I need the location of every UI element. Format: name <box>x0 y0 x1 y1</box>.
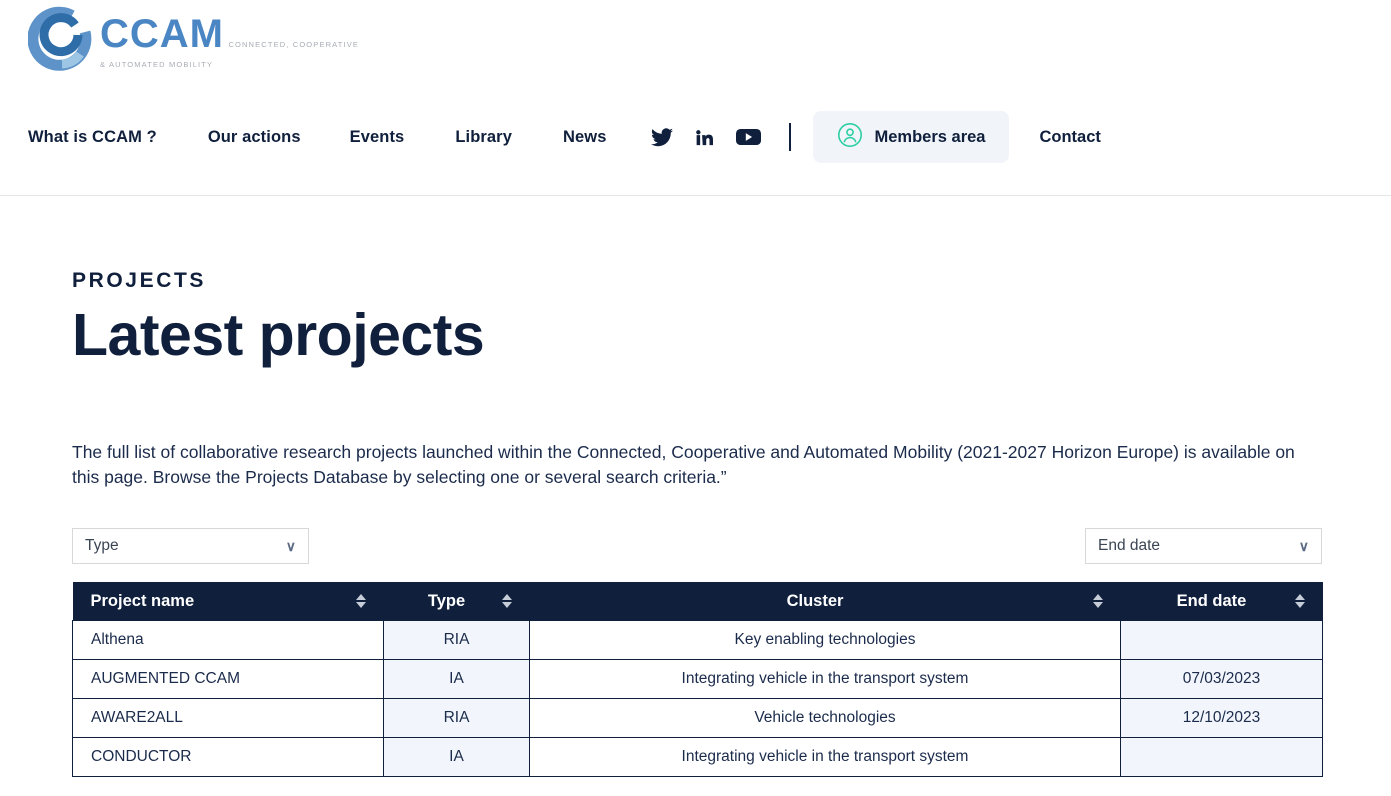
end-date-filter-select[interactable]: End date ∨ <box>1085 528 1322 565</box>
page-content: PROJECTS Latest projects The full list o… <box>0 269 1391 777</box>
filter-bar: Type ∨ End date ∨ <box>72 528 1322 565</box>
cell-project-name: AUGMENTED CCAM <box>72 658 384 699</box>
page-title: Latest projects <box>72 302 485 368</box>
cell-end-date <box>1120 736 1323 777</box>
members-area-button[interactable]: Members area <box>813 111 1010 163</box>
nav-divider <box>789 123 792 151</box>
column-label: End date <box>1176 591 1247 610</box>
nav-item-what-is-ccam[interactable]: What is CCAM ? <box>28 128 157 147</box>
twitter-icon[interactable] <box>651 127 674 147</box>
table-row[interactable]: AUGMENTED CCAM IA Integrating vehicle in… <box>72 658 1323 699</box>
projects-table-body: Althena RIA Key enabling technologies AU… <box>72 619 1323 777</box>
nav-item-contact[interactable]: Contact <box>1039 128 1100 147</box>
sort-toggle-project-name[interactable] <box>355 594 366 609</box>
user-circle-icon <box>837 122 863 153</box>
table-row[interactable]: AWARE2ALL RIA Vehicle technologies 12/10… <box>72 697 1323 738</box>
table-header-row: Project name Type Cluster End date <box>72 582 1323 621</box>
cell-project-name: CONDUCTOR <box>72 736 384 777</box>
column-header-cluster[interactable]: Cluster <box>529 582 1121 621</box>
cell-type: IA <box>383 736 530 777</box>
column-label: Cluster <box>786 591 844 610</box>
nav-item-events[interactable]: Events <box>350 128 405 147</box>
members-area-label: Members area <box>874 127 986 146</box>
cell-cluster: Key enabling technologies <box>529 619 1121 660</box>
site-logo[interactable]: CCAM CONNECTED, COOPERATIVE & AUTOMATED … <box>28 6 359 76</box>
page-intro-text: The full list of collaborative research … <box>72 441 1295 488</box>
cell-cluster: Vehicle technologies <box>529 697 1121 738</box>
chevron-down-icon: ∨ <box>1298 537 1309 554</box>
nav-item-our-actions[interactable]: Our actions <box>208 128 301 147</box>
projects-table-head: Project name Type Cluster End date <box>72 582 1323 621</box>
cell-type: RIA <box>383 697 530 738</box>
nav-item-news[interactable]: News <box>563 128 607 147</box>
table-row[interactable]: Althena RIA Key enabling technologies <box>72 619 1323 660</box>
column-header-end-date[interactable]: End date <box>1120 582 1323 621</box>
cell-type: IA <box>383 658 530 699</box>
site-header: CCAM CONNECTED, COOPERATIVE & AUTOMATED … <box>0 0 1391 196</box>
end-date-filter-value: End date <box>1098 537 1161 555</box>
cell-cluster: Integrating vehicle in the transport sys… <box>529 736 1121 777</box>
type-filter-select[interactable]: Type ∨ <box>72 528 309 565</box>
column-header-type[interactable]: Type <box>383 582 530 621</box>
column-label: Type <box>427 591 466 610</box>
main-navigation: What is CCAM ? Our actions Events Librar… <box>28 111 1101 163</box>
table-row[interactable]: CONDUCTOR IA Integrating vehicle in the … <box>72 736 1323 777</box>
page-eyebrow: PROJECTS <box>72 269 206 292</box>
nav-item-library[interactable]: Library <box>455 128 512 147</box>
sort-toggle-cluster[interactable] <box>1092 594 1103 609</box>
column-label: Project name <box>90 591 195 610</box>
chevron-down-icon: ∨ <box>285 537 296 554</box>
sort-toggle-type[interactable] <box>501 594 512 609</box>
social-links <box>651 127 762 148</box>
sort-toggle-end-date[interactable] <box>1294 594 1305 609</box>
cell-end-date <box>1120 619 1323 660</box>
projects-table: Project name Type Cluster End date Althe… <box>72 582 1323 777</box>
ccam-logo-icon <box>28 6 98 76</box>
cell-project-name: Althena <box>72 619 384 660</box>
column-header-project-name[interactable]: Project name <box>72 582 384 621</box>
cell-end-date: 12/10/2023 <box>1120 697 1323 738</box>
cell-end-date: 07/03/2023 <box>1120 658 1323 699</box>
type-filter-value: Type <box>85 537 119 555</box>
youtube-icon[interactable] <box>736 128 762 146</box>
linkedin-icon[interactable] <box>694 127 715 148</box>
cell-type: RIA <box>383 619 530 660</box>
cell-cluster: Integrating vehicle in the transport sys… <box>529 658 1121 699</box>
cell-project-name: AWARE2ALL <box>72 697 384 738</box>
logo-wordmark: CCAM <box>100 12 224 56</box>
